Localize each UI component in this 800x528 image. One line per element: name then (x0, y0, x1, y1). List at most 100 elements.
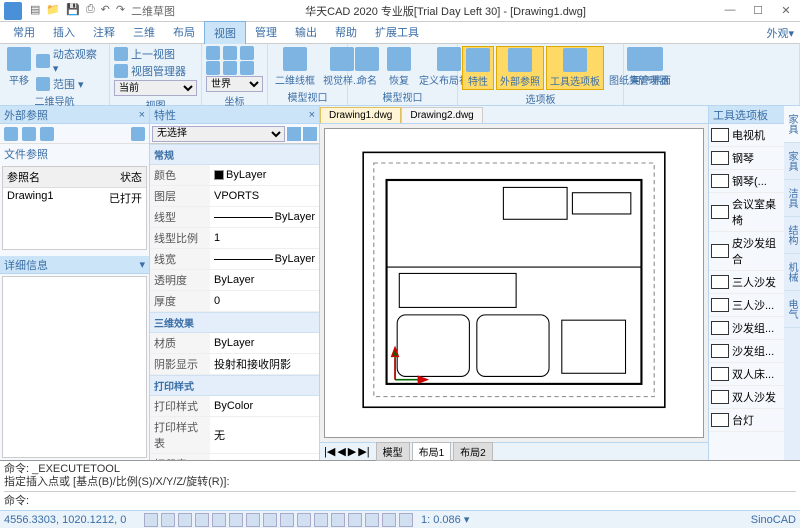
status-toggle-8[interactable] (280, 513, 294, 527)
menu-tab-1[interactable]: 插入 (44, 21, 84, 44)
status-toggle-7[interactable] (263, 513, 277, 527)
menu-tab-6[interactable]: 管理 (246, 21, 286, 44)
status-toggle-6[interactable] (246, 513, 260, 527)
tool-cat-3[interactable]: 结构 (784, 217, 800, 254)
status-toggle-2[interactable] (178, 513, 192, 527)
qat-dropdown[interactable]: 二维草图 (131, 3, 175, 19)
vp-nav-last[interactable]: ▶| (358, 445, 369, 458)
menu-tab-5[interactable]: 视图 (204, 21, 246, 44)
props-qs-icon[interactable] (303, 127, 317, 141)
prop-row[interactable]: 打印样式表无 (150, 417, 319, 454)
ucs-select[interactable]: 世界 (206, 76, 263, 92)
menu-tab-0[interactable]: 常用 (4, 21, 44, 44)
view-select[interactable]: 当前 (114, 80, 197, 96)
qat-print-icon[interactable]: ⎙ (86, 3, 95, 19)
xref-tb2[interactable] (22, 127, 36, 141)
xref-tb4[interactable] (131, 127, 145, 141)
props-palette-button[interactable]: 特性 (462, 46, 494, 90)
command-input[interactable] (29, 492, 796, 508)
qat-open-icon[interactable]: 📁 (46, 3, 60, 19)
prop-cat-plot[interactable]: 打印样式 (150, 375, 319, 396)
vp-nav-next[interactable]: ▶ (348, 445, 356, 458)
tool-cat-0[interactable]: 家具 (784, 106, 800, 143)
qat-new-icon[interactable]: ▤ (30, 3, 40, 19)
ucs-icon3[interactable] (240, 46, 254, 60)
xref-row[interactable]: Drawing1已打开 (3, 188, 146, 208)
ucs-icon4[interactable] (206, 61, 220, 75)
status-toggle-13[interactable] (365, 513, 379, 527)
layout-tab-2[interactable]: 布局2 (453, 442, 493, 461)
prop-row[interactable]: 颜色ByLayer (150, 165, 319, 186)
xref-palette-button[interactable]: 外部参照 (496, 46, 544, 90)
xref-close-icon[interactable]: × (139, 109, 145, 121)
appearance-menu[interactable]: 外观▾ (766, 25, 800, 41)
tool-cat-2[interactable]: 洁具 (784, 180, 800, 217)
tool-cat-1[interactable]: 家具 (784, 143, 800, 180)
tool-item-11[interactable]: 台灯 (709, 409, 784, 432)
tool-item-4[interactable]: 皮沙发组合 (709, 232, 784, 271)
qat-save-icon[interactable]: 💾 (66, 3, 80, 19)
tool-item-3[interactable]: 会议室桌椅 (709, 193, 784, 232)
status-toggle-1[interactable] (161, 513, 175, 527)
tool-item-7[interactable]: 沙发组... (709, 317, 784, 340)
named-button[interactable]: 命名 (352, 46, 382, 88)
status-toggle-15[interactable] (399, 513, 413, 527)
prop-row[interactable]: 透明度ByLayer (150, 270, 319, 291)
status-toggle-12[interactable] (348, 513, 362, 527)
tool-palette-button[interactable]: 工具选项板 (546, 46, 604, 90)
prop-row[interactable]: 阴影显示投射和接收阴影 (150, 354, 319, 375)
status-toggle-9[interactable] (297, 513, 311, 527)
restore-button[interactable]: 恢复 (384, 46, 414, 88)
ui-button[interactable]: 用户界面 (628, 46, 674, 88)
close-button[interactable]: ✕ (772, 4, 800, 17)
ucs-icon6[interactable] (240, 61, 254, 75)
prop-cat-fx[interactable]: 三维效果 (150, 312, 319, 333)
props-selection[interactable]: 无选择 (152, 126, 285, 142)
menu-tab-4[interactable]: 布局 (164, 21, 204, 44)
doc-tab-1[interactable]: Drawing2.dwg (401, 107, 482, 123)
minimize-button[interactable]: — (716, 4, 744, 17)
doc-tab-0[interactable]: Drawing1.dwg (320, 107, 401, 123)
detail-toggle-icon[interactable]: ▾ (139, 258, 145, 271)
tool-cat-4[interactable]: 机械 (784, 254, 800, 291)
layout-tab-1[interactable]: 布局1 (412, 442, 452, 461)
qat-undo-icon[interactable]: ↶ (101, 3, 110, 19)
app-logo[interactable] (4, 2, 22, 20)
prop-row[interactable]: 打印样式ByColor (150, 396, 319, 417)
menu-tab-2[interactable]: 注释 (84, 21, 124, 44)
xref-tb3[interactable] (40, 127, 54, 141)
prop-row[interactable]: 线宽ByLayer (150, 249, 319, 270)
xref-tb1[interactable] (4, 127, 18, 141)
tool-item-10[interactable]: 双人沙发 (709, 386, 784, 409)
prop-cat-general[interactable]: 常规 (150, 144, 319, 165)
view-mgr-button[interactable]: 视图管理器 (114, 63, 197, 79)
ucs-icon5[interactable] (223, 61, 237, 75)
menu-tab-9[interactable]: 扩展工具 (366, 21, 428, 44)
tool-item-9[interactable]: 双人床... (709, 363, 784, 386)
tool-cat-5[interactable]: 电气 (784, 291, 800, 328)
ucs-icon2[interactable] (223, 46, 237, 60)
tool-item-8[interactable]: 沙发组... (709, 340, 784, 363)
zoom-display[interactable]: 1: 0.086 ▾ (421, 513, 469, 526)
tool-item-0[interactable]: 电视机 (709, 124, 784, 147)
status-toggle-4[interactable] (212, 513, 226, 527)
wireframe-button[interactable]: 二维线框 (272, 46, 318, 88)
status-toggle-5[interactable] (229, 513, 243, 527)
drawing-viewport[interactable] (324, 128, 704, 438)
status-toggle-3[interactable] (195, 513, 209, 527)
tool-item-6[interactable]: 三人沙... (709, 294, 784, 317)
props-close-icon[interactable]: × (309, 109, 315, 121)
vp-nav-prev[interactable]: ◀ (337, 445, 345, 458)
status-toggle-11[interactable] (331, 513, 345, 527)
prop-row[interactable]: 图层VPORTS (150, 186, 319, 207)
prop-row[interactable]: 厚度0 (150, 291, 319, 312)
tool-item-1[interactable]: 钢琴 (709, 147, 784, 170)
props-pick-icon[interactable] (287, 127, 301, 141)
ucs-icon[interactable] (206, 46, 220, 60)
prev-view-button[interactable]: 上一视图 (114, 46, 197, 62)
menu-tab-7[interactable]: 输出 (286, 21, 326, 44)
qat-redo-icon[interactable]: ↷ (116, 3, 125, 19)
menu-tab-8[interactable]: 帮助 (326, 21, 366, 44)
maximize-button[interactable]: ☐ (744, 4, 772, 17)
menu-tab-3[interactable]: 三维 (124, 21, 164, 44)
